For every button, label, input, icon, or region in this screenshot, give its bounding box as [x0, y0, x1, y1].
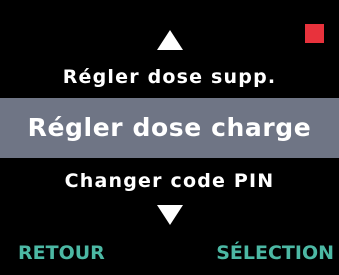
menu-item-next[interactable]: Changer code PIN	[0, 166, 339, 196]
device-screen: Régler dose supp. Régler dose charge Cha…	[0, 0, 339, 275]
triangle-down-icon	[156, 205, 183, 225]
triangle-up-icon	[156, 30, 183, 50]
scroll-down-arrow-icon[interactable]	[156, 205, 183, 225]
menu-item-selected[interactable]: Régler dose charge	[0, 98, 339, 158]
scroll-up-arrow-icon[interactable]	[156, 30, 183, 50]
back-softkey-button[interactable]: RETOUR	[18, 238, 105, 268]
status-indicator-icon	[305, 24, 324, 43]
select-softkey-button[interactable]: SÉLECTION	[216, 238, 334, 268]
menu-item-previous[interactable]: Régler dose supp.	[0, 62, 339, 92]
